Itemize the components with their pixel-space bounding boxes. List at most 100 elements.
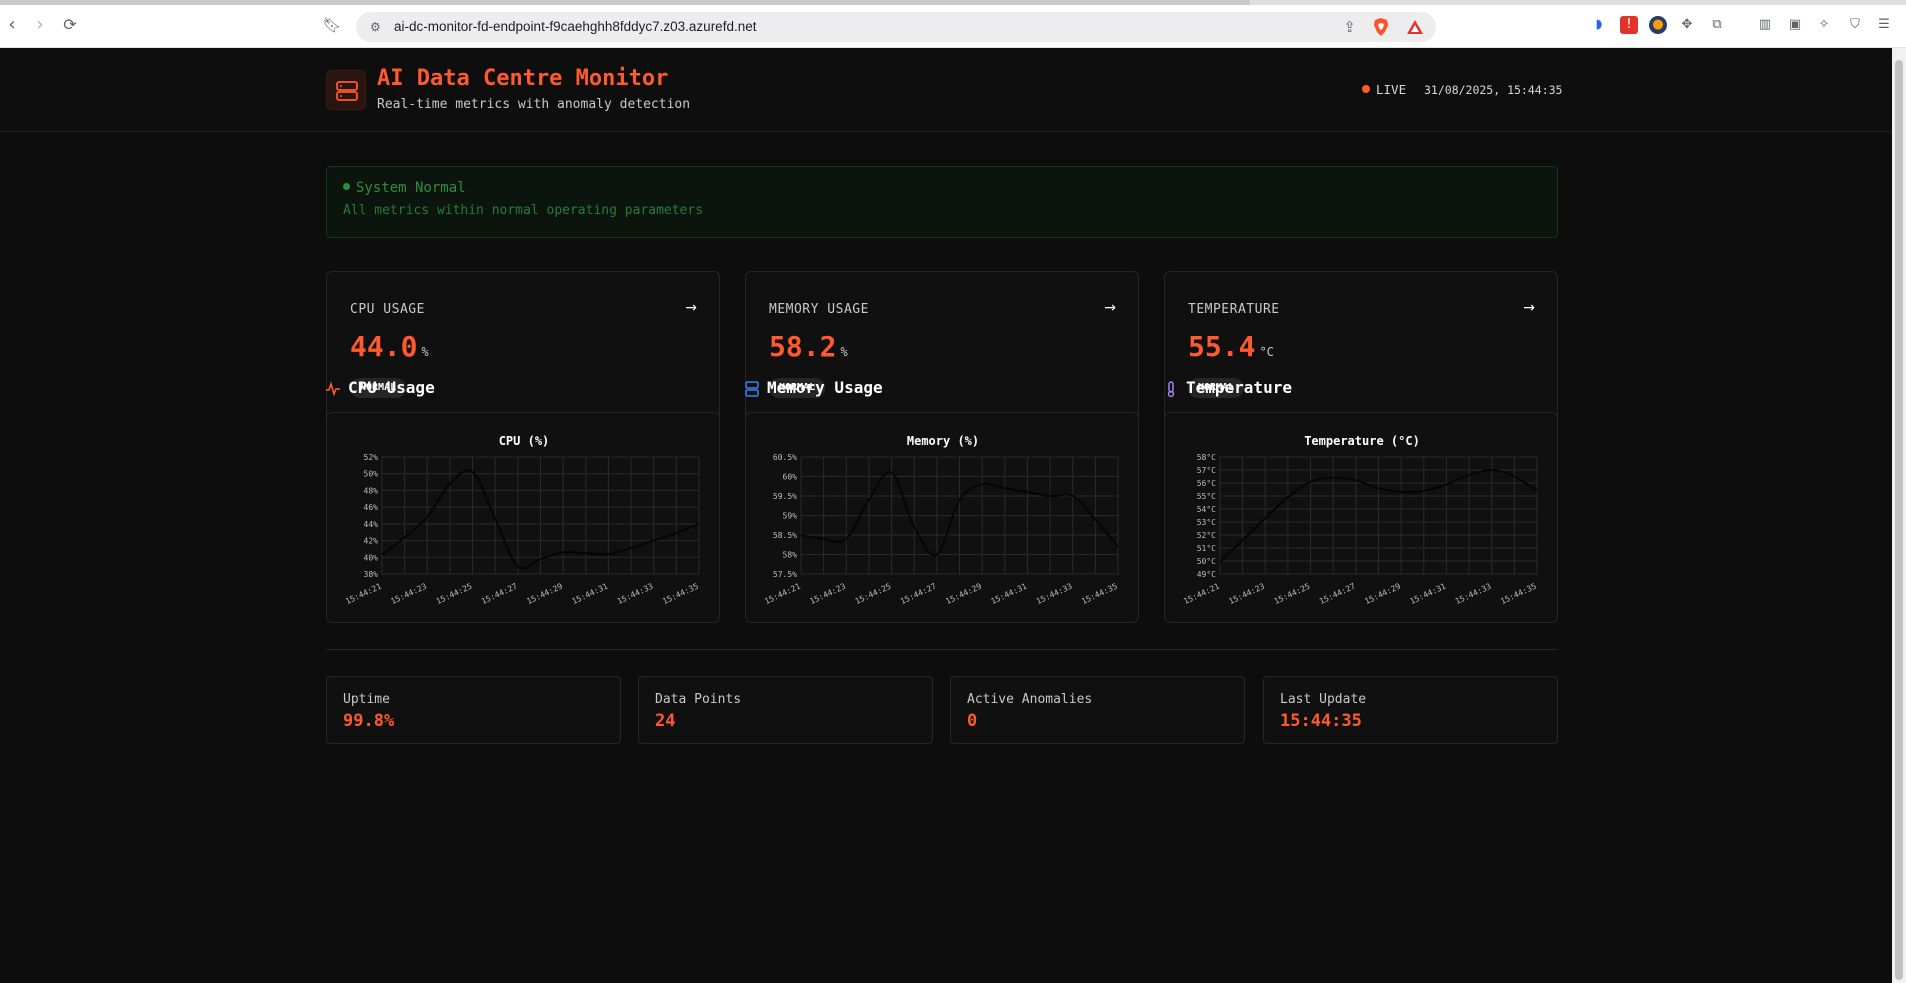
y-tick-label: 60% xyxy=(783,473,798,482)
y-tick-label: 40% xyxy=(364,553,379,562)
x-tick-label: 15:44:31 xyxy=(571,582,610,607)
y-tick-label: 50% xyxy=(364,470,379,479)
x-tick-label: 15:44:35 xyxy=(1080,582,1119,607)
y-tick-label: 55°C xyxy=(1197,492,1216,501)
stat-value: 0 xyxy=(967,711,978,731)
leo-ai-icon[interactable]: ✧ xyxy=(1815,16,1833,34)
sidebar-icon[interactable]: ▥ xyxy=(1756,16,1774,34)
memory-metric-card[interactable]: MEMORY USAGE → 58.2% NORMAL xyxy=(745,271,1139,425)
status-title-text: System Normal xyxy=(356,180,466,196)
temperature-chart-card: Temperature (°C) 49°C 50°C 51°C 52°C 53°C 54°C… xyxy=(1164,412,1558,623)
x-tick-label: 15:44:25 xyxy=(854,582,893,607)
y-tick-label: 58.5% xyxy=(773,531,797,540)
brave-rewards-icon[interactable] xyxy=(1406,18,1424,36)
y-tick-label: 57.5% xyxy=(773,570,797,579)
cpu-chart-card: CPU (%) 38% 40% 42% 44% 46% 48% 50% 52% 15:44:21 1… xyxy=(326,412,720,623)
x-tick-label: 15:44:25 xyxy=(1273,582,1312,607)
vpn-icon[interactable]: ⛉ xyxy=(1846,16,1864,34)
status-dot-icon xyxy=(343,183,350,190)
thermometer-icon xyxy=(1167,381,1175,397)
y-tick-label: 49°C xyxy=(1197,570,1216,579)
metric-label: CPU USAGE xyxy=(350,302,425,317)
y-tick-label: 57°C xyxy=(1197,466,1216,475)
browser-toolbar: ‹ › ⟳ 🔖︎ ⚙ ai-dc-monitor-fd-endpoint-f9c… xyxy=(0,0,1906,48)
screenshot-icon[interactable]: ⧉ xyxy=(1708,16,1726,34)
x-tick-label: 15:44:27 xyxy=(1318,582,1357,607)
stat-label: Last Update xyxy=(1280,692,1367,707)
x-tick-label: 15:44:35 xyxy=(1499,582,1538,607)
extension-red-icon[interactable]: ! xyxy=(1620,16,1638,34)
y-tick-label: 42% xyxy=(364,537,379,546)
y-tick-label: 59% xyxy=(783,512,798,521)
chart-title: Memory (%) xyxy=(907,434,979,448)
x-tick-label: 15:44:31 xyxy=(1409,582,1448,607)
x-tick-label: 15:44:35 xyxy=(661,582,700,607)
reload-icon[interactable]: ⟳ xyxy=(60,15,80,35)
metric-value-number: 55.4 xyxy=(1188,330,1256,363)
metric-unit: % xyxy=(840,345,848,359)
arrow-right-icon[interactable]: → xyxy=(685,300,697,316)
scrollbar-thumb[interactable] xyxy=(1895,60,1903,980)
server-logo-icon xyxy=(326,70,366,110)
forward-icon[interactable]: › xyxy=(30,15,50,35)
extensions-puzzle-icon[interactable]: ✥ xyxy=(1678,16,1696,34)
address-bar[interactable]: ⚙ ai-dc-monitor-fd-endpoint-f9caehghh8fd… xyxy=(356,12,1436,42)
temperature-section-title: Temperature xyxy=(1186,378,1292,397)
back-icon[interactable]: ‹ xyxy=(2,15,22,35)
page-scrollbar[interactable] xyxy=(1892,48,1906,983)
system-status-banner: System Normal All metrics within normal … xyxy=(326,166,1558,238)
activity-icon xyxy=(326,381,340,397)
x-tick-label: 15:44:21 xyxy=(1182,582,1221,607)
extension-wave-icon[interactable]: ◗ xyxy=(1590,16,1608,34)
cpu-section-title: CPU Usage xyxy=(348,378,435,397)
y-tick-label: 46% xyxy=(364,503,379,512)
x-tick-label: 15:44:27 xyxy=(480,582,519,607)
live-dot-icon xyxy=(1362,85,1370,93)
stat-value: 99.8% xyxy=(343,711,395,731)
status-title: System Normal xyxy=(343,180,466,196)
metric-label: TEMPERATURE xyxy=(1188,302,1280,317)
extension-circle-icon[interactable]: ● xyxy=(1649,16,1667,34)
brave-shields-icon[interactable] xyxy=(1372,17,1390,37)
y-tick-label: 52°C xyxy=(1197,531,1216,540)
stat-value: 15:44:35 xyxy=(1280,711,1362,731)
memory-section-title: Memory Usage xyxy=(767,378,883,397)
y-tick-label: 50°C xyxy=(1197,557,1216,566)
dashboard-page: AI Data Centre Monitor Real-time metrics… xyxy=(0,48,1892,983)
live-label: LIVE xyxy=(1376,82,1407,97)
arrow-right-icon[interactable]: → xyxy=(1523,300,1535,316)
y-tick-label: 54°C xyxy=(1197,505,1216,514)
x-tick-label: 15:44:25 xyxy=(435,582,474,607)
menu-icon[interactable]: ☰ xyxy=(1875,16,1893,34)
share-icon[interactable]: ⇪ xyxy=(1343,18,1356,36)
metric-value: 55.4 °C xyxy=(1188,330,1274,363)
temperature-metric-card[interactable]: TEMPERATURE → 55.4 °C NORMAL xyxy=(1164,271,1558,425)
x-tick-label: 15:44:23 xyxy=(389,582,428,607)
metric-value-number: 58.2 xyxy=(769,330,837,363)
chart-title: Temperature (°C) xyxy=(1304,434,1420,448)
wallet-icon[interactable]: ▣ xyxy=(1786,16,1804,34)
temperature-line-chart: Temperature (°C) 49°C 50°C 51°C 52°C 53°C 54°C… xyxy=(1182,434,1538,607)
metric-unit: °C xyxy=(1259,345,1274,359)
tab-strip-bar xyxy=(0,0,1250,5)
y-tick-label: 59.5% xyxy=(773,492,797,501)
x-tick-label: 15:44:33 xyxy=(1035,582,1074,607)
x-tick-label: 15:44:23 xyxy=(1227,582,1266,607)
app-header: AI Data Centre Monitor Real-time metrics… xyxy=(0,48,1892,132)
x-tick-label: 15:44:29 xyxy=(525,582,564,607)
metric-unit: % xyxy=(421,345,429,359)
arrow-right-icon[interactable]: → xyxy=(1104,300,1116,316)
status-description: All metrics within normal operating para… xyxy=(343,203,704,218)
cpu-line-chart: CPU (%)38%40%42%44%46%48%50%52%15:44:21 1… xyxy=(344,434,700,607)
stat-label: Active Anomalies xyxy=(967,692,1093,707)
bookmark-icon[interactable]: 🔖︎ xyxy=(322,15,342,35)
site-info-icon[interactable]: ⚙ xyxy=(370,20,384,34)
y-tick-label: 60.5% xyxy=(773,453,797,462)
live-indicator: LIVE xyxy=(1362,82,1406,97)
cpu-metric-card[interactable]: CPU USAGE → 44.0% NORMAL xyxy=(326,271,720,425)
url-text[interactable]: ai-dc-monitor-fd-endpoint-f9caehghh8fddy… xyxy=(394,19,756,34)
uptime-stat-card: Uptime 99.8% xyxy=(326,676,621,744)
x-tick-label: 15:44:29 xyxy=(1363,582,1402,607)
stat-value: 24 xyxy=(655,711,676,731)
section-divider xyxy=(326,649,1558,650)
